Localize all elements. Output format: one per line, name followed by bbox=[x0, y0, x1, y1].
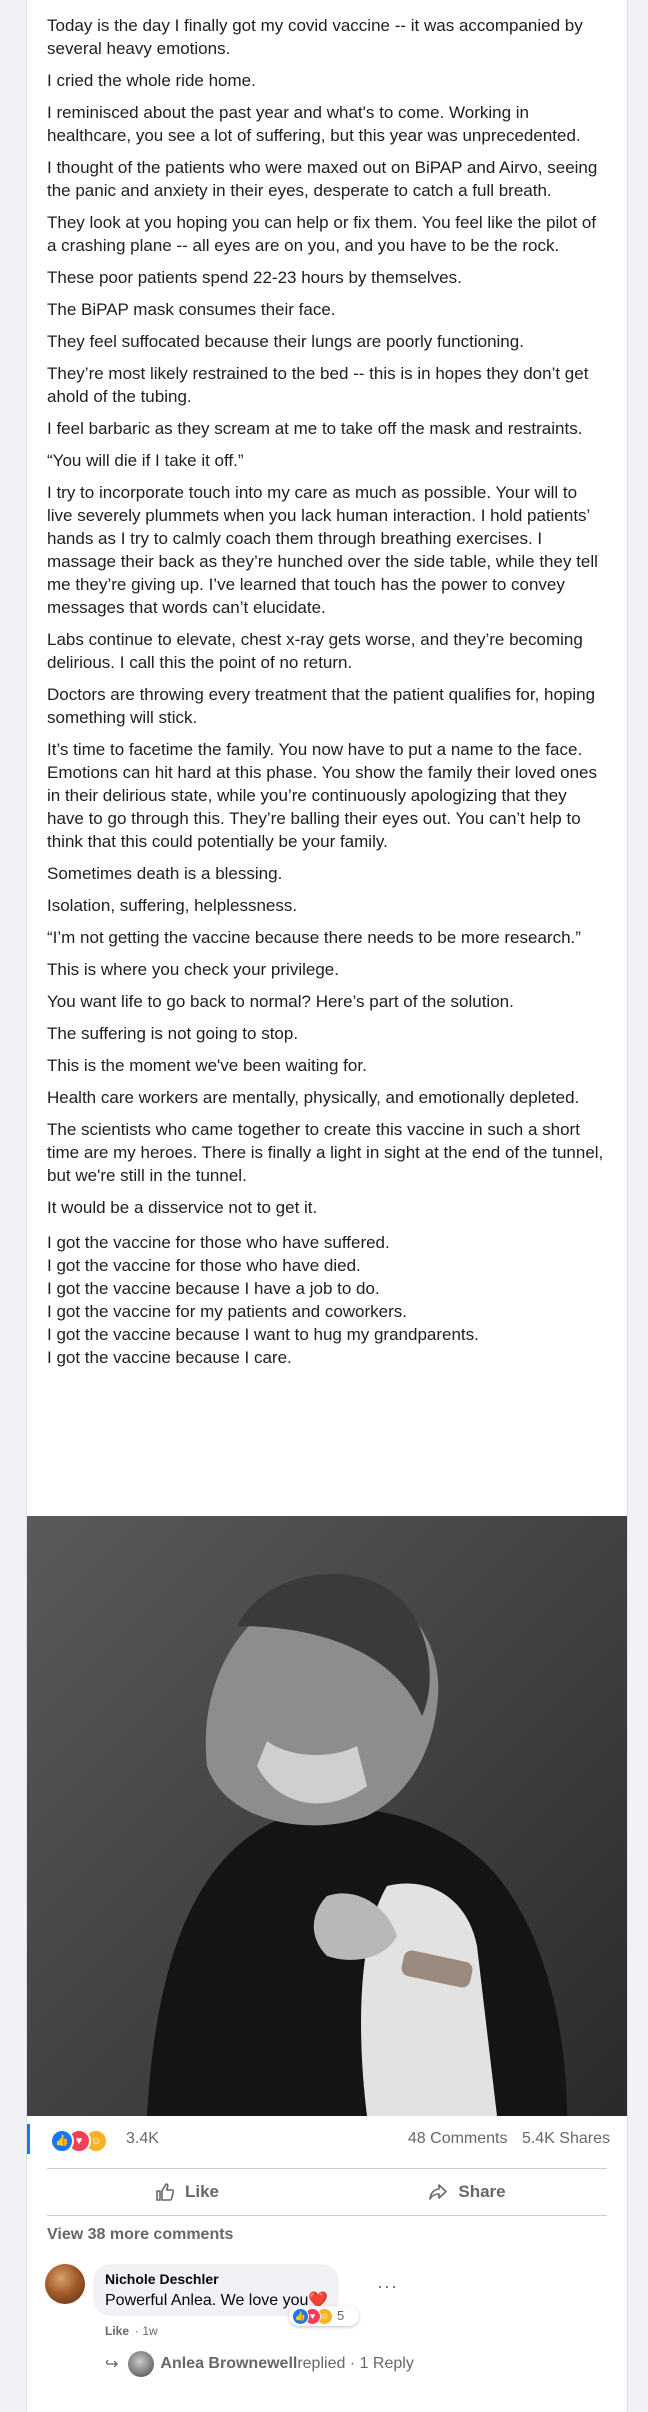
post-paragraph: Doctors are throwing every treatment tha… bbox=[47, 685, 596, 727]
post-paragraph: These poor patients spend 22-23 hours by… bbox=[47, 268, 462, 287]
post-paragraph: This is where you check your privilege. bbox=[47, 960, 339, 979]
post-paragraph: Isolation, suffering, helplessness. bbox=[47, 896, 298, 915]
post-paragraph: It would be a disservice not to get it. bbox=[47, 1198, 318, 1217]
reply-avatar bbox=[128, 2351, 155, 2377]
closing-line: I got the vaccine for my patients and co… bbox=[47, 1302, 408, 1321]
meta-separator: · bbox=[135, 2324, 140, 2338]
closing-line: I got the vaccine for those who have suf… bbox=[47, 1233, 390, 1252]
shares-count[interactable]: 5.4K Shares bbox=[522, 2130, 610, 2147]
post-body: Today is the day I finally got my covid … bbox=[47, 14, 607, 1369]
like-icon: 👍 bbox=[292, 2308, 309, 2325]
comment-time[interactable]: 1w bbox=[142, 2324, 157, 2338]
view-more-comments-link[interactable]: View 38 more comments bbox=[47, 2226, 233, 2244]
avatar[interactable] bbox=[45, 2264, 85, 2304]
post-paragraph: I cried the whole ride home. bbox=[47, 71, 256, 90]
share-arrow-icon bbox=[429, 2184, 448, 2200]
post-paragraph: I reminisced about the past year and wha… bbox=[47, 103, 581, 145]
like-button-label: Like bbox=[184, 2182, 220, 2201]
reply-author: Anlea Brownewell bbox=[160, 2355, 298, 2372]
comment-text-body: Powerful Anlea. We love you bbox=[105, 2292, 309, 2309]
like-button[interactable]: Like bbox=[47, 2169, 327, 2215]
post-paragraph: Sometimes death is a blessing. bbox=[47, 864, 283, 883]
share-button[interactable]: Share bbox=[327, 2169, 607, 2215]
post-paragraph: They feel suffocated because their lungs… bbox=[47, 332, 524, 351]
reply-text: replied · 1 Reply bbox=[297, 2355, 414, 2372]
post-paragraph: “I’m not getting the vaccine because the… bbox=[47, 928, 581, 947]
post-card: Today is the day I finally got my covid … bbox=[26, 0, 628, 2412]
post-paragraph: I thought of the patients who were maxed… bbox=[47, 158, 598, 200]
post-paragraph: You want life to go back to normal? Here… bbox=[47, 992, 514, 1011]
post-paragraph: It’s time to facetime the family. You no… bbox=[47, 740, 597, 851]
comments-count[interactable]: 48 Comments bbox=[408, 2130, 508, 2147]
post-actions: Like Share bbox=[47, 2168, 607, 2216]
photo-illustration bbox=[27, 1516, 627, 2116]
share-button-label: Share bbox=[458, 2182, 506, 2201]
closing-line: I got the vaccine for those who have die… bbox=[47, 1256, 361, 1275]
reactions-summary: 👍 ♥ ☺ 3.4K 48 Comments 5.4K Shares bbox=[27, 2124, 630, 2154]
post-paragraph: Labs continue to elevate, chest x-ray ge… bbox=[47, 630, 583, 672]
like-icon: 👍 bbox=[50, 2129, 74, 2153]
post-paragraph: The suffering is not going to stop. bbox=[47, 1024, 299, 1043]
comment-meta: Like · 1w bbox=[105, 2324, 158, 2338]
post-paragraph: Today is the day I finally got my covid … bbox=[47, 16, 583, 58]
post-paragraph: “You will die if I take it off.” bbox=[47, 451, 244, 470]
reaction-count[interactable]: 3.4K bbox=[126, 2130, 159, 2148]
closing-line: I got the vaccine because I have a job t… bbox=[47, 1279, 380, 1298]
reply-arrow-icon: ↪ bbox=[105, 2356, 119, 2373]
closing-line: I got the vaccine because I want to hug … bbox=[47, 1325, 479, 1344]
post-paragraph: I feel barbaric as they scream at me to … bbox=[47, 419, 583, 438]
post-paragraph: Health care workers are mentally, physic… bbox=[47, 1088, 580, 1107]
comment-author[interactable]: Nichole Deschler bbox=[105, 2271, 219, 2287]
reaction-icons[interactable]: 👍 ♥ ☺ bbox=[50, 2129, 116, 2153]
comment-reactions[interactable]: 👍 ♥ ☺ 5 bbox=[289, 2306, 359, 2326]
more-options-button[interactable]: ··· bbox=[377, 2276, 398, 2297]
post-paragraph: This is the moment we've been waiting fo… bbox=[47, 1056, 367, 1075]
post-photo[interactable] bbox=[27, 1516, 627, 2116]
post-paragraph: I try to incorporate touch into my care … bbox=[47, 483, 598, 617]
post-paragraph: They look at you hoping you can help or … bbox=[47, 213, 597, 255]
closing-lines: I got the vaccine for those who have suf… bbox=[47, 1231, 607, 1369]
post-paragraph: The scientists who came together to crea… bbox=[47, 1120, 604, 1185]
engagement-counts: 48 Comments 5.4K Shares bbox=[408, 2130, 610, 2148]
thumbs-up-icon bbox=[156, 2183, 175, 2201]
post-paragraph: The BiPAP mask consumes their face. bbox=[47, 300, 336, 319]
comment-like-button[interactable]: Like bbox=[105, 2324, 129, 2338]
closing-line: I got the vaccine because I care. bbox=[47, 1348, 292, 1367]
reply-summary[interactable]: ↪ Anlea Brownewell replied · 1 Reply bbox=[105, 2350, 414, 2378]
comment-reaction-count: 5 bbox=[337, 2308, 345, 2323]
post-paragraph: They’re most likely restrained to the be… bbox=[47, 364, 589, 406]
